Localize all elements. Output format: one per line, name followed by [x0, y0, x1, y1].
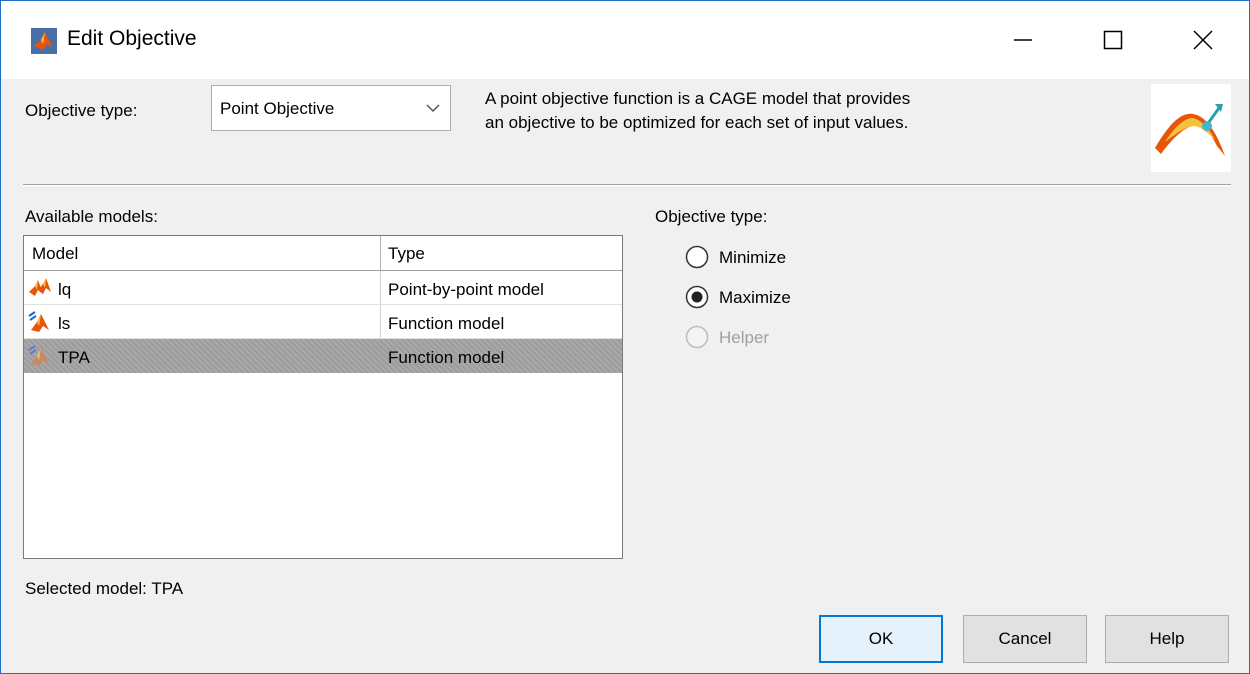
models-table[interactable]: Model Type lq Point-by-point model ls Fu… — [23, 235, 623, 559]
objective-type-value: Point Objective — [220, 99, 335, 118]
available-models-label: Available models: — [25, 207, 158, 226]
point-objective-icon — [1151, 84, 1231, 172]
maximize-button[interactable] — [1073, 1, 1153, 79]
objective-description: A point objective function is a CAGE mod… — [485, 87, 1085, 135]
matlab-logo-icon — [31, 28, 57, 54]
model-name: lq — [58, 280, 72, 299]
model-type: Function model — [388, 314, 505, 333]
close-icon — [1193, 30, 1213, 50]
model-name: ls — [58, 314, 71, 333]
minimize-label[interactable]: Minimize — [719, 248, 786, 268]
title-bar: Edit Objective — [1, 1, 1249, 79]
cell-divider — [380, 305, 381, 339]
maximize-label[interactable]: Maximize — [719, 288, 791, 308]
table-row[interactable]: lq Point-by-point model — [24, 271, 622, 305]
model-name: TPA — [58, 348, 90, 367]
column-header-type[interactable]: Type — [388, 244, 425, 264]
objective-direction-label: Objective type: — [655, 207, 768, 226]
cell-divider — [380, 271, 381, 305]
table-row-selected[interactable]: TPA Function model — [24, 339, 622, 373]
point-by-point-model-icon — [29, 278, 51, 296]
helper-label: Helper — [719, 328, 770, 347]
maximize-icon — [1103, 30, 1123, 50]
column-separator[interactable] — [380, 236, 381, 270]
model-type: Function model — [388, 348, 505, 367]
model-type: Point-by-point model — [388, 280, 544, 299]
table-header: Model Type — [24, 236, 622, 271]
window-title: Edit Objective — [67, 27, 197, 50]
cancel-button[interactable]: Cancel — [963, 615, 1087, 663]
table-row[interactable]: ls Function model — [24, 305, 622, 339]
helper-radio — [685, 325, 709, 349]
ok-button[interactable]: OK — [819, 615, 943, 663]
function-model-icon — [28, 345, 49, 366]
header-divider — [23, 184, 1231, 186]
selected-model-text: Selected model: TPA — [25, 579, 184, 598]
chevron-down-icon — [416, 86, 450, 130]
close-button[interactable] — [1163, 1, 1243, 79]
maximize-radio[interactable] — [685, 285, 709, 309]
minimize-button[interactable] — [983, 1, 1063, 79]
minimize-icon — [1014, 39, 1032, 41]
minimize-radio[interactable] — [685, 245, 709, 269]
help-button[interactable]: Help — [1105, 615, 1229, 663]
column-header-model[interactable]: Model — [32, 244, 78, 264]
function-model-icon — [28, 311, 49, 332]
description-line: A point objective function is a CAGE mod… — [485, 89, 911, 108]
objective-type-dropdown[interactable]: Point Objective — [211, 85, 451, 131]
edit-objective-dialog: Edit Objective Objective type: Point Obj… — [0, 0, 1250, 674]
objective-type-label: Objective type: — [25, 101, 138, 120]
description-line: an objective to be optimized for each se… — [485, 113, 909, 132]
